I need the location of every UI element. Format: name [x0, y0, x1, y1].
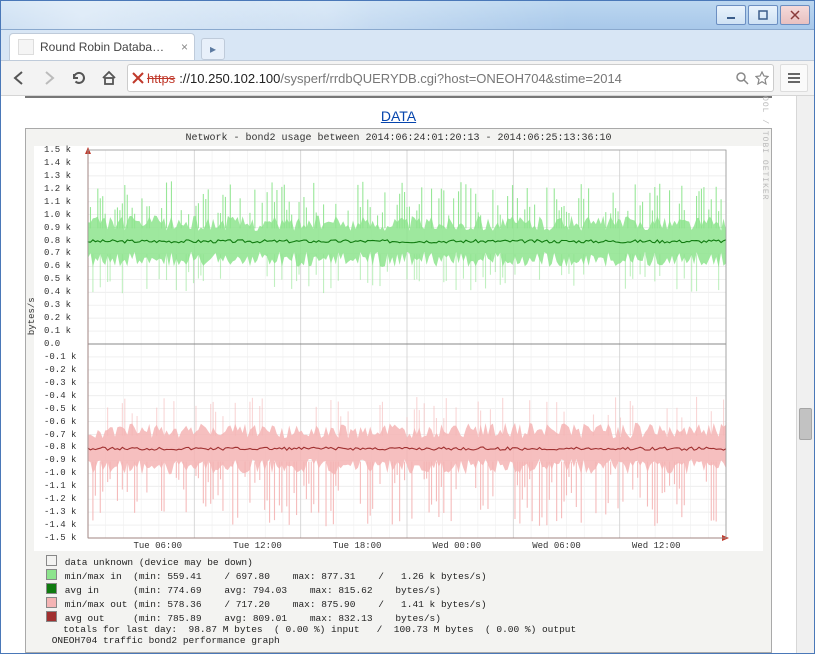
- url-scheme: https: [147, 71, 175, 86]
- browser-menu-button[interactable]: [780, 64, 808, 92]
- legend-swatch-avg-in: [46, 583, 57, 594]
- address-bar[interactable]: https ://10.250.102.100/sysperf/rrdbQUER…: [127, 64, 774, 92]
- arrow-right-icon: [40, 69, 58, 87]
- new-tab-button[interactable]: ▸: [201, 38, 225, 60]
- rrdtool-watermark: RRDTOOL / TOBI OETIKER: [761, 96, 770, 201]
- vertical-scrollbar[interactable]: [796, 96, 814, 653]
- browser-window: Round Robin Database Qu… × ▸ https ://10…: [0, 0, 815, 654]
- tab-strip: Round Robin Database Qu… × ▸: [1, 30, 814, 61]
- back-button[interactable]: [7, 66, 31, 90]
- chart-legend: data unknown (device may be down) min/ma…: [28, 553, 769, 650]
- plot-svg: [34, 146, 730, 551]
- legend-swatch-avg-out: [46, 611, 57, 622]
- home-button[interactable]: [97, 66, 121, 90]
- tab-favicon: [18, 39, 34, 55]
- scrollbar-thumb[interactable]: [799, 408, 812, 440]
- close-icon: [790, 10, 800, 20]
- window-buttons: [716, 5, 810, 25]
- legend-swatch-minmax-out: [46, 597, 57, 608]
- url-path: /sysperf/rrdbQUERYDB.cgi?host=ONEOH704&s…: [280, 71, 622, 86]
- tab-close-icon[interactable]: ×: [181, 40, 188, 54]
- chart-title: Network - bond2 usage between 2014:06:24…: [28, 131, 769, 144]
- url-text: ://10.250.102.100/sysperf/rrdbQUERYDB.cg…: [179, 71, 622, 86]
- legend-swatch-minmax-in: [46, 569, 57, 580]
- home-icon: [100, 69, 118, 87]
- browser-tab[interactable]: Round Robin Database Qu… ×: [9, 33, 195, 60]
- insecure-x-icon: [132, 72, 144, 84]
- forward-button[interactable]: [37, 66, 61, 90]
- content-area: DATA Network - bond2 usage between 2014:…: [1, 96, 814, 653]
- reload-button[interactable]: [67, 66, 91, 90]
- search-icon[interactable]: [735, 71, 749, 85]
- minimize-icon: [726, 10, 736, 20]
- omnibox-actions: [729, 71, 769, 85]
- chart-canvas: bytes/s RRDTOOL / TOBI OETIKER 1.5 k1.4 …: [34, 146, 763, 551]
- page-body: DATA Network - bond2 usage between 2014:…: [1, 96, 796, 653]
- minimize-button[interactable]: [716, 5, 746, 25]
- maximize-button[interactable]: [748, 5, 778, 25]
- insecure-https-indicator: https: [132, 71, 175, 86]
- hamburger-icon: [786, 70, 802, 86]
- data-link[interactable]: DATA: [9, 108, 788, 124]
- page-top-rule: [25, 96, 772, 98]
- arrow-left-icon: [10, 69, 28, 87]
- close-button[interactable]: [780, 5, 810, 25]
- maximize-icon: [758, 10, 768, 20]
- legend-swatch-unknown: [46, 555, 57, 566]
- window-titlebar: [1, 1, 814, 30]
- star-icon[interactable]: [755, 71, 769, 85]
- url-host: ://10.250.102.100: [179, 71, 280, 86]
- browser-toolbar: https ://10.250.102.100/sysperf/rrdbQUER…: [1, 61, 814, 96]
- tab-title: Round Robin Database Qu…: [40, 40, 170, 54]
- chart-container: Network - bond2 usage between 2014:06:24…: [25, 128, 772, 653]
- reload-icon: [70, 69, 88, 87]
